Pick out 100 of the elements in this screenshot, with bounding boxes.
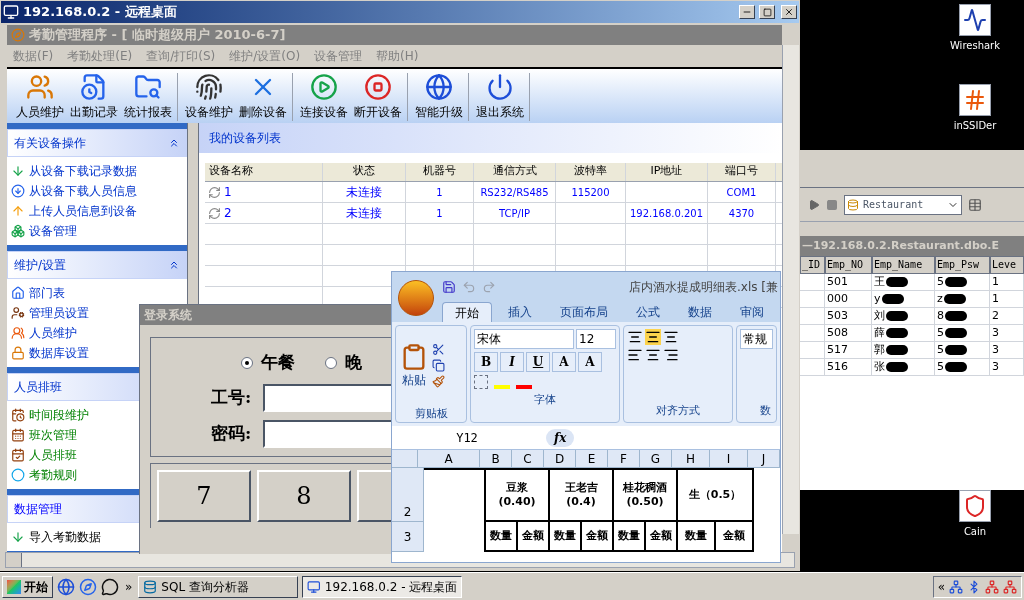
font-style-button[interactable]: A <box>552 352 576 372</box>
sidebar-item[interactable]: 从设备下载人员信息 <box>29 182 137 200</box>
network-icon[interactable] <box>985 579 999 594</box>
keypad-button[interactable]: 8 <box>257 469 351 522</box>
desktop-icon-label[interactable]: Cain <box>963 524 987 539</box>
column-header[interactable]: 端口号 <box>708 163 776 181</box>
desktop-icon-label[interactable]: Wireshark <box>949 38 1001 53</box>
column-header[interactable]: 通信方式 <box>474 163 556 181</box>
more-button[interactable]: » <box>123 577 135 596</box>
sidebar-item[interactable]: 上传人员信息到设备 <box>29 202 137 220</box>
meal-radio[interactable]: 晚 <box>325 350 362 376</box>
start-button[interactable]: 开始 <box>2 575 53 598</box>
cut-icon[interactable] <box>432 343 445 357</box>
ribbon-tab[interactable]: 数据 <box>676 302 724 322</box>
column-header[interactable]: IP地址 <box>626 163 708 181</box>
toolbar-button[interactable]: 删除设备 <box>236 73 290 121</box>
employee-id-field[interactable] <box>263 383 391 412</box>
column-header[interactable]: C <box>512 450 544 468</box>
column-header[interactable]: B <box>480 450 512 468</box>
column-header[interactable]: J <box>748 450 780 468</box>
column-header[interactable]: F <box>608 450 640 468</box>
toolbar-button[interactable]: 连接设备 <box>297 73 351 121</box>
toolbar-button[interactable]: 设备维护 <box>182 73 236 121</box>
number-format-select[interactable]: 常规 <box>740 329 773 349</box>
ribbon-tab[interactable]: 公式 <box>624 302 672 322</box>
sidebar-item[interactable]: 从设备下载记录数据 <box>29 162 137 180</box>
sidebar-group-header[interactable]: 维护/设置 <box>7 251 187 279</box>
toolbar-button[interactable]: 人员维护 <box>13 73 67 121</box>
toolbar-button[interactable]: 统计报表 <box>121 73 175 121</box>
desktop-icon-label[interactable]: inSSIDer <box>953 118 997 133</box>
column-header[interactable]: E <box>576 450 608 468</box>
toolbar-button[interactable]: 智能升级 <box>412 73 466 121</box>
font-size-select[interactable]: 12 <box>576 329 616 349</box>
ribbon-tab[interactable]: 开始 <box>442 302 492 322</box>
sidebar-item[interactable]: 管理员设置 <box>29 304 89 322</box>
align-right-icon[interactable] <box>663 347 679 363</box>
sidebar-item[interactable]: 设备管理 <box>29 222 77 240</box>
sidebar-item[interactable]: 班次管理 <box>29 426 77 444</box>
taskbar-button[interactable]: SQL 查询分析器 <box>138 575 299 598</box>
toolbar-button[interactable]: 退出系统 <box>473 73 527 121</box>
collapse-icon[interactable] <box>168 137 180 149</box>
globe-icon[interactable] <box>57 577 75 596</box>
password-field[interactable] <box>263 419 391 448</box>
network-icon[interactable] <box>949 579 963 594</box>
vertical-scrollbar[interactable] <box>782 45 799 534</box>
copy-icon[interactable] <box>432 359 445 373</box>
column-header[interactable]: 机器号 <box>406 163 474 181</box>
shield-icon[interactable] <box>959 490 991 522</box>
column-header[interactable]: 波特率 <box>556 163 626 181</box>
column-header[interactable]: I <box>710 450 748 468</box>
sidebar-item[interactable]: 时间段维护 <box>29 406 89 424</box>
column-header[interactable]: Emp_Psw <box>935 256 990 274</box>
tray-expand-button[interactable]: « <box>937 577 945 596</box>
database-select[interactable]: Restaurant <box>844 194 962 215</box>
column-header[interactable]: H <box>672 450 710 468</box>
network-icon[interactable] <box>1003 579 1017 594</box>
column-header[interactable]: D <box>544 450 576 468</box>
sidebar-item[interactable]: 人员维护 <box>29 324 77 342</box>
font-style-button[interactable]: U <box>526 352 550 372</box>
column-header[interactable]: A <box>418 450 480 468</box>
ribbon-tab[interactable]: 插入 <box>496 302 544 322</box>
close-button[interactable] <box>781 5 797 19</box>
table-icon[interactable] <box>968 197 982 212</box>
align-left-icon[interactable] <box>627 347 643 363</box>
office-button[interactable] <box>398 280 434 316</box>
font-style-button[interactable]: I <box>500 352 524 372</box>
keypad-button[interactable]: 7 <box>157 469 251 522</box>
taskbar-button[interactable]: 192.168.0.2 - 远程桌面 <box>302 575 463 598</box>
align-top-icon[interactable] <box>627 329 643 345</box>
column-header[interactable]: Leve <box>990 256 1024 274</box>
toolbar-button[interactable]: 断开设备 <box>351 73 405 121</box>
align-center-icon[interactable] <box>645 347 661 363</box>
sidebar-item[interactable]: 考勤规则 <box>29 466 77 484</box>
column-header[interactable]: _ID <box>800 256 825 274</box>
sidebar-item[interactable]: 数据库设置 <box>29 344 89 362</box>
chat-icon[interactable] <box>101 577 119 596</box>
toolbar-button[interactable]: 出勤记录 <box>67 73 121 121</box>
collapse-icon[interactable] <box>168 259 180 271</box>
save-icon[interactable] <box>442 280 456 294</box>
row-header[interactable]: 2 <box>392 468 424 522</box>
sidebar-item[interactable]: 人员排班 <box>29 446 77 464</box>
meal-radio[interactable]: 午餐 <box>241 350 295 376</box>
column-header[interactable]: 状态 <box>323 163 406 181</box>
waveform-icon[interactable] <box>959 4 991 36</box>
name-box[interactable]: Y12 <box>392 428 542 447</box>
run-icon[interactable] <box>808 198 820 211</box>
paste-button[interactable]: 粘贴 <box>400 342 428 389</box>
align-middle-icon[interactable] <box>645 329 661 345</box>
maximize-button[interactable] <box>759 5 775 19</box>
font-style-button[interactable]: A <box>578 352 602 372</box>
sidebar-group-header[interactable]: 有关设备操作 <box>7 129 187 157</box>
row-header[interactable]: 3 <box>392 522 424 552</box>
sidebar-item[interactable]: 导入考勤数据 <box>29 528 101 546</box>
align-bottom-icon[interactable] <box>663 329 679 345</box>
ribbon-tab[interactable]: 页面布局 <box>548 302 620 322</box>
column-header[interactable]: 设备名称 <box>205 163 323 181</box>
font-name-select[interactable]: 宋体 <box>474 329 574 349</box>
sidebar-item[interactable]: 部门表 <box>29 284 65 302</box>
brush-icon[interactable] <box>432 375 445 389</box>
border-icon[interactable] <box>474 375 488 389</box>
